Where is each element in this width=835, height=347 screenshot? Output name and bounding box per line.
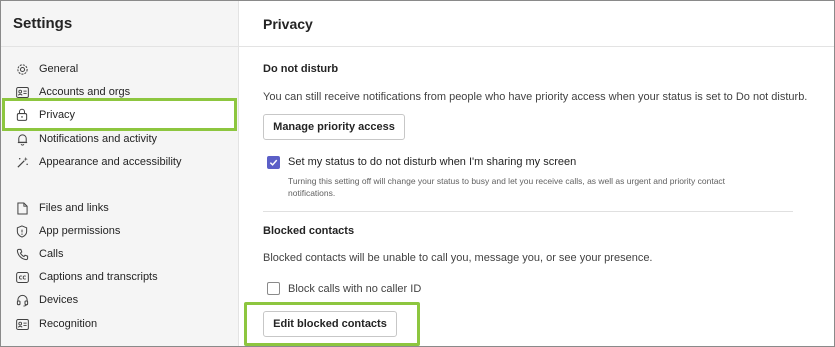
edit-blocked-contacts-highlight — [244, 302, 420, 346]
block-no-caller-id-checkbox[interactable] — [267, 282, 280, 295]
block-no-caller-id-label: Block calls with no caller ID — [288, 283, 422, 295]
lock-icon — [15, 108, 29, 122]
id-card-icon — [15, 85, 29, 99]
sidebar-item-label: Accounts and orgs — [39, 86, 131, 98]
sidebar-item-recognition[interactable]: Recognition — [1, 313, 238, 335]
bell-icon — [15, 132, 29, 146]
file-icon — [15, 201, 29, 215]
manage-priority-access-button[interactable]: Manage priority access — [263, 114, 405, 140]
sidebar-item-accounts[interactable]: Accounts and orgs — [1, 81, 238, 103]
captions-icon: CC — [15, 270, 29, 284]
sidebar-item-label: Appearance and accessibility — [39, 156, 182, 168]
sidebar-item-privacy[interactable]: Privacy — [2, 98, 237, 131]
sidebar-item-calls[interactable]: Calls — [1, 243, 238, 265]
recognition-icon — [15, 317, 29, 331]
sidebar-item-label: Privacy — [39, 108, 76, 121]
sidebar-item-label: Devices — [39, 294, 79, 306]
dnd-hint-line-1: Turning this setting off will change you… — [288, 176, 726, 186]
wand-icon — [15, 155, 29, 169]
sidebar-item-label: App permissions — [39, 225, 121, 237]
checkmark-icon — [269, 159, 278, 166]
sidebar-title: Settings — [1, 1, 238, 47]
shield-icon — [15, 224, 29, 238]
sidebar-item-label: Files and links — [39, 202, 109, 214]
dnd-screen-share-checkbox[interactable] — [267, 156, 280, 169]
dnd-description: You can still receive notifications from… — [263, 91, 808, 103]
privacy-panel: Privacy Do not disturb You can still rec… — [239, 1, 834, 346]
sidebar-item-label: Notifications and activity — [39, 133, 157, 145]
dnd-section-title: Do not disturb — [263, 63, 339, 75]
page-title: Privacy — [239, 1, 834, 47]
dnd-checkbox-label: Set my status to do not disturb when I'm… — [288, 156, 577, 168]
dnd-hint-line-2: notifications. — [288, 188, 336, 198]
blocked-description: Blocked contacts will be unable to call … — [263, 252, 653, 264]
sidebar-item-devices[interactable]: Devices — [1, 289, 238, 311]
sidebar-item-app-permissions[interactable]: App permissions — [1, 220, 238, 242]
svg-text:CC: CC — [18, 275, 26, 281]
blocked-section-title: Blocked contacts — [263, 225, 355, 237]
section-divider — [263, 211, 793, 212]
settings-sidebar: Settings General Accounts and orgs Priva… — [1, 1, 239, 346]
gear-icon — [15, 62, 29, 76]
sidebar-item-captions[interactable]: CC Captions and transcripts — [1, 266, 238, 288]
sidebar-item-appearance[interactable]: Appearance and accessibility — [1, 151, 238, 173]
sidebar-item-notifications[interactable]: Notifications and activity — [1, 128, 238, 150]
sidebar-item-label: General — [39, 63, 79, 75]
sidebar-item-label: Calls — [39, 248, 64, 260]
sidebar-item-label: Captions and transcripts — [39, 271, 158, 283]
headset-icon — [15, 293, 29, 307]
settings-window: Settings General Accounts and orgs Priva… — [0, 0, 835, 347]
sidebar-item-files[interactable]: Files and links — [1, 197, 238, 219]
sidebar-item-general[interactable]: General — [1, 58, 238, 80]
phone-icon — [15, 247, 29, 261]
sidebar-item-label: Recognition — [39, 318, 98, 330]
